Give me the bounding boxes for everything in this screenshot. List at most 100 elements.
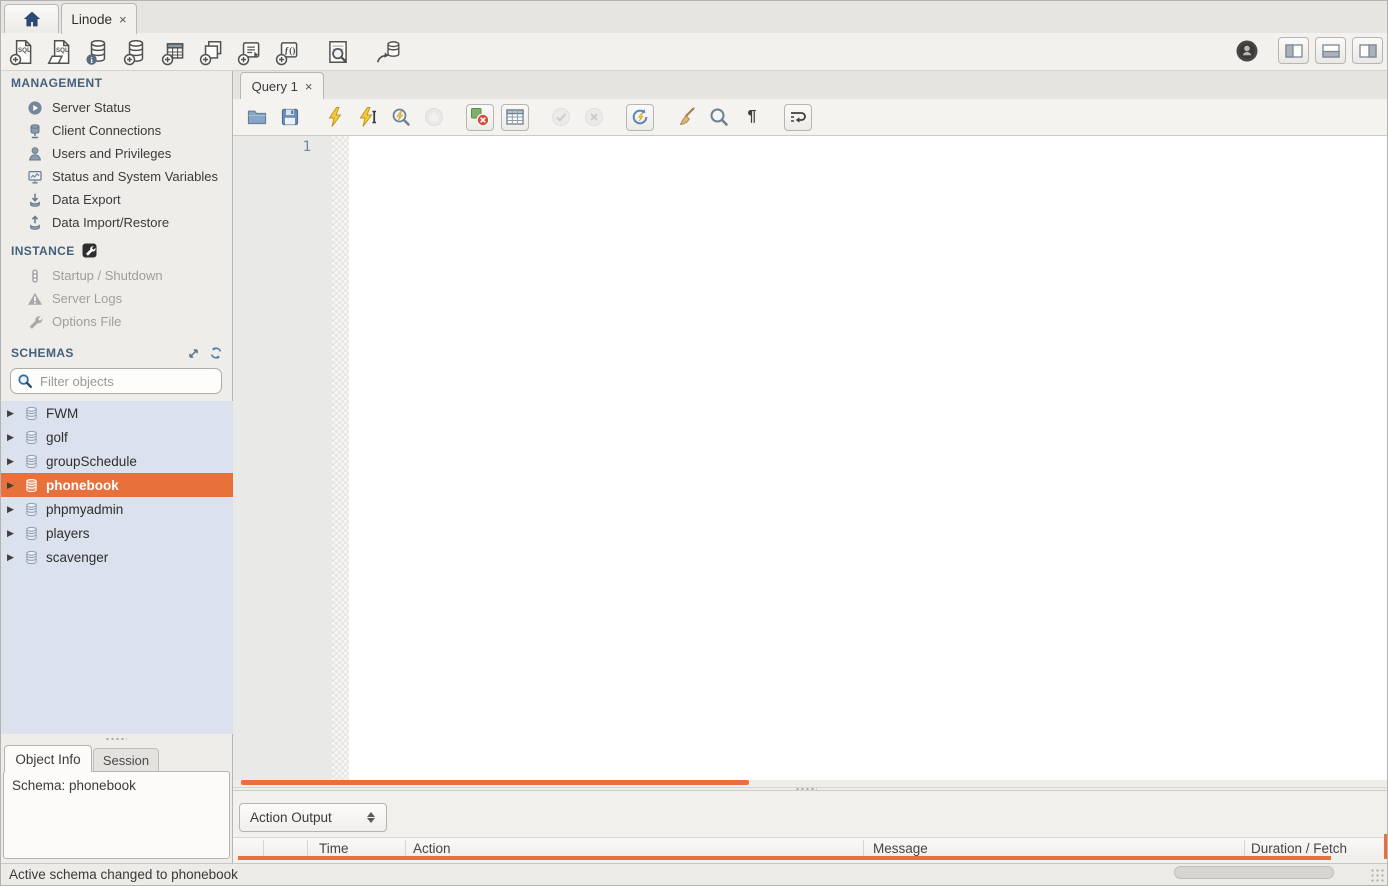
- schema-row-phonebook-selected[interactable]: ▶ phonebook: [1, 473, 233, 497]
- svg-text:ƒ(): ƒ(): [284, 45, 295, 56]
- beautify-script-button[interactable]: [673, 104, 699, 130]
- column-header-action[interactable]: Action: [413, 841, 451, 856]
- execute-statement-button[interactable]: [355, 104, 381, 130]
- column-header-duration[interactable]: Duration / Fetch: [1251, 841, 1347, 856]
- schema-name: golf: [46, 430, 68, 445]
- schema-inspector-button[interactable]: i: [84, 38, 112, 66]
- create-function-button[interactable]: ƒ(): [274, 38, 302, 66]
- schema-row-groupschedule[interactable]: ▶ groupSchedule: [1, 449, 233, 473]
- create-view-button[interactable]: [198, 38, 226, 66]
- home-tab[interactable]: [4, 4, 59, 33]
- main-toolbar: SQL SQL i ƒ(): [1, 33, 1387, 71]
- status-bar: Active schema changed to phonebook: [1, 863, 1388, 886]
- tab-session[interactable]: Session: [93, 748, 159, 772]
- expander-icon[interactable]: ▶: [7, 456, 17, 467]
- spinner-icon[interactable]: [360, 812, 386, 823]
- column-separator[interactable]: [405, 840, 406, 857]
- tab-object-info[interactable]: Object Info: [4, 745, 92, 772]
- output-panel: Action Output Time Action Message Durati…: [233, 791, 1388, 863]
- connection-tab-label: Linode: [71, 12, 112, 27]
- search-data-button[interactable]: [324, 38, 352, 66]
- sidebar-item-server-logs[interactable]: Server Logs: [1, 287, 233, 310]
- sidebar-item-data-export[interactable]: Data Export: [1, 188, 233, 211]
- info-panel: Object Info Session Schema: phonebook: [1, 734, 233, 863]
- toggle-secondary-sidebar-button[interactable]: [1352, 37, 1383, 64]
- sidebar-item-label: Client Connections: [52, 123, 161, 138]
- column-separator[interactable]: [1244, 840, 1245, 857]
- window-resize-grip[interactable]: [1370, 868, 1386, 884]
- expander-icon[interactable]: ▶: [7, 504, 17, 515]
- wrap-text-toggle[interactable]: [784, 104, 812, 131]
- sidebar-item-options-file[interactable]: Options File: [1, 310, 233, 333]
- schema-row-fwm[interactable]: ▶ FWM: [1, 401, 233, 425]
- stop-on-error-toggle[interactable]: [466, 104, 494, 131]
- connection-tab[interactable]: Linode ×: [61, 3, 137, 34]
- sidebar-item-startup-shutdown[interactable]: Startup / Shutdown: [1, 264, 233, 287]
- sidebar-item-server-status[interactable]: Server Status: [1, 96, 233, 119]
- schema-icon: [24, 502, 39, 517]
- open-sql-script-button[interactable]: SQL: [46, 38, 74, 66]
- schema-row-golf[interactable]: ▶ golf: [1, 425, 233, 449]
- toggle-output-area-button[interactable]: [1315, 37, 1346, 64]
- schema-filter: [10, 368, 222, 394]
- column-header-message[interactable]: Message: [873, 841, 928, 856]
- column-header-time[interactable]: Time: [319, 841, 349, 856]
- create-schema-button[interactable]: [122, 38, 150, 66]
- column-separator[interactable]: [307, 840, 308, 857]
- query-tab-label: Query 1: [252, 79, 298, 94]
- output-vertical-scrollbar[interactable]: [1384, 834, 1388, 859]
- commit-button[interactable]: [548, 104, 574, 130]
- rollback-button[interactable]: [581, 104, 607, 130]
- open-script-button[interactable]: [244, 104, 270, 130]
- schema-row-players[interactable]: ▶ players: [1, 521, 233, 545]
- mysql-workbench-window: Linode × SQL SQL i ƒ(): [0, 0, 1388, 886]
- tab-query-1[interactable]: Query 1 ×: [240, 72, 324, 99]
- invisible-characters-toggle[interactable]: ¶: [739, 104, 765, 130]
- output-type-select[interactable]: Action Output: [239, 803, 387, 832]
- sidebar-item-label: Startup / Shutdown: [52, 268, 163, 283]
- find-button[interactable]: [706, 104, 732, 130]
- column-separator[interactable]: [863, 840, 864, 857]
- sql-editor[interactable]: 1: [233, 136, 1388, 780]
- connection-status-icon: [1234, 38, 1260, 64]
- sidebar-item-data-import[interactable]: Data Import/Restore: [1, 211, 233, 234]
- expander-icon[interactable]: ▶: [7, 552, 17, 563]
- options-file-icon: [27, 314, 43, 330]
- editor-fold-margin: [332, 136, 349, 780]
- create-table-button[interactable]: [160, 38, 188, 66]
- expander-icon[interactable]: ▶: [7, 432, 17, 443]
- query-tabbar: [233, 71, 1388, 99]
- expander-icon[interactable]: ▶: [7, 408, 17, 419]
- server-status-icon: [27, 100, 43, 116]
- close-icon[interactable]: ×: [119, 12, 127, 27]
- sidebar-item-client-connections[interactable]: Client Connections: [1, 119, 233, 142]
- line-number: 1: [233, 136, 332, 155]
- reconnect-database-button[interactable]: [374, 38, 402, 66]
- sidebar-item-label: Server Logs: [52, 291, 122, 306]
- close-icon[interactable]: ×: [305, 79, 313, 94]
- create-procedure-button[interactable]: [236, 38, 264, 66]
- schema-row-phpmyadmin[interactable]: ▶ phpmyadmin: [1, 497, 233, 521]
- explain-plan-button[interactable]: [388, 104, 414, 130]
- output-horizontal-scrollbar[interactable]: [238, 856, 1331, 860]
- expand-schemas-icon[interactable]: [187, 347, 200, 360]
- execute-script-button[interactable]: [322, 104, 348, 130]
- autocommit-toggle[interactable]: [626, 104, 654, 131]
- panel-splitter-grip[interactable]: [105, 737, 127, 741]
- toggle-sidebar-button[interactable]: [1278, 37, 1309, 64]
- sidebar-item-label: Server Status: [52, 100, 131, 115]
- sidebar-item-users-privileges[interactable]: Users and Privileges: [1, 142, 233, 165]
- filter-objects-input[interactable]: [38, 373, 202, 390]
- schema-row-scavenger[interactable]: ▶ scavenger: [1, 545, 233, 569]
- stop-execution-button[interactable]: [421, 104, 447, 130]
- refresh-schemas-icon[interactable]: [209, 346, 223, 360]
- editor-horizontal-scrollbar[interactable]: [241, 780, 749, 785]
- new-query-tab-button[interactable]: SQL: [8, 38, 36, 66]
- expander-icon[interactable]: ▶: [7, 480, 17, 491]
- expander-icon[interactable]: ▶: [7, 528, 17, 539]
- limit-rows-toggle[interactable]: [501, 104, 529, 131]
- save-script-button[interactable]: [277, 104, 303, 130]
- column-separator[interactable]: [263, 840, 264, 857]
- sidebar-item-system-variables[interactable]: Status and System Variables: [1, 165, 233, 188]
- horizontal-scrollbar-thumb[interactable]: [1174, 866, 1334, 879]
